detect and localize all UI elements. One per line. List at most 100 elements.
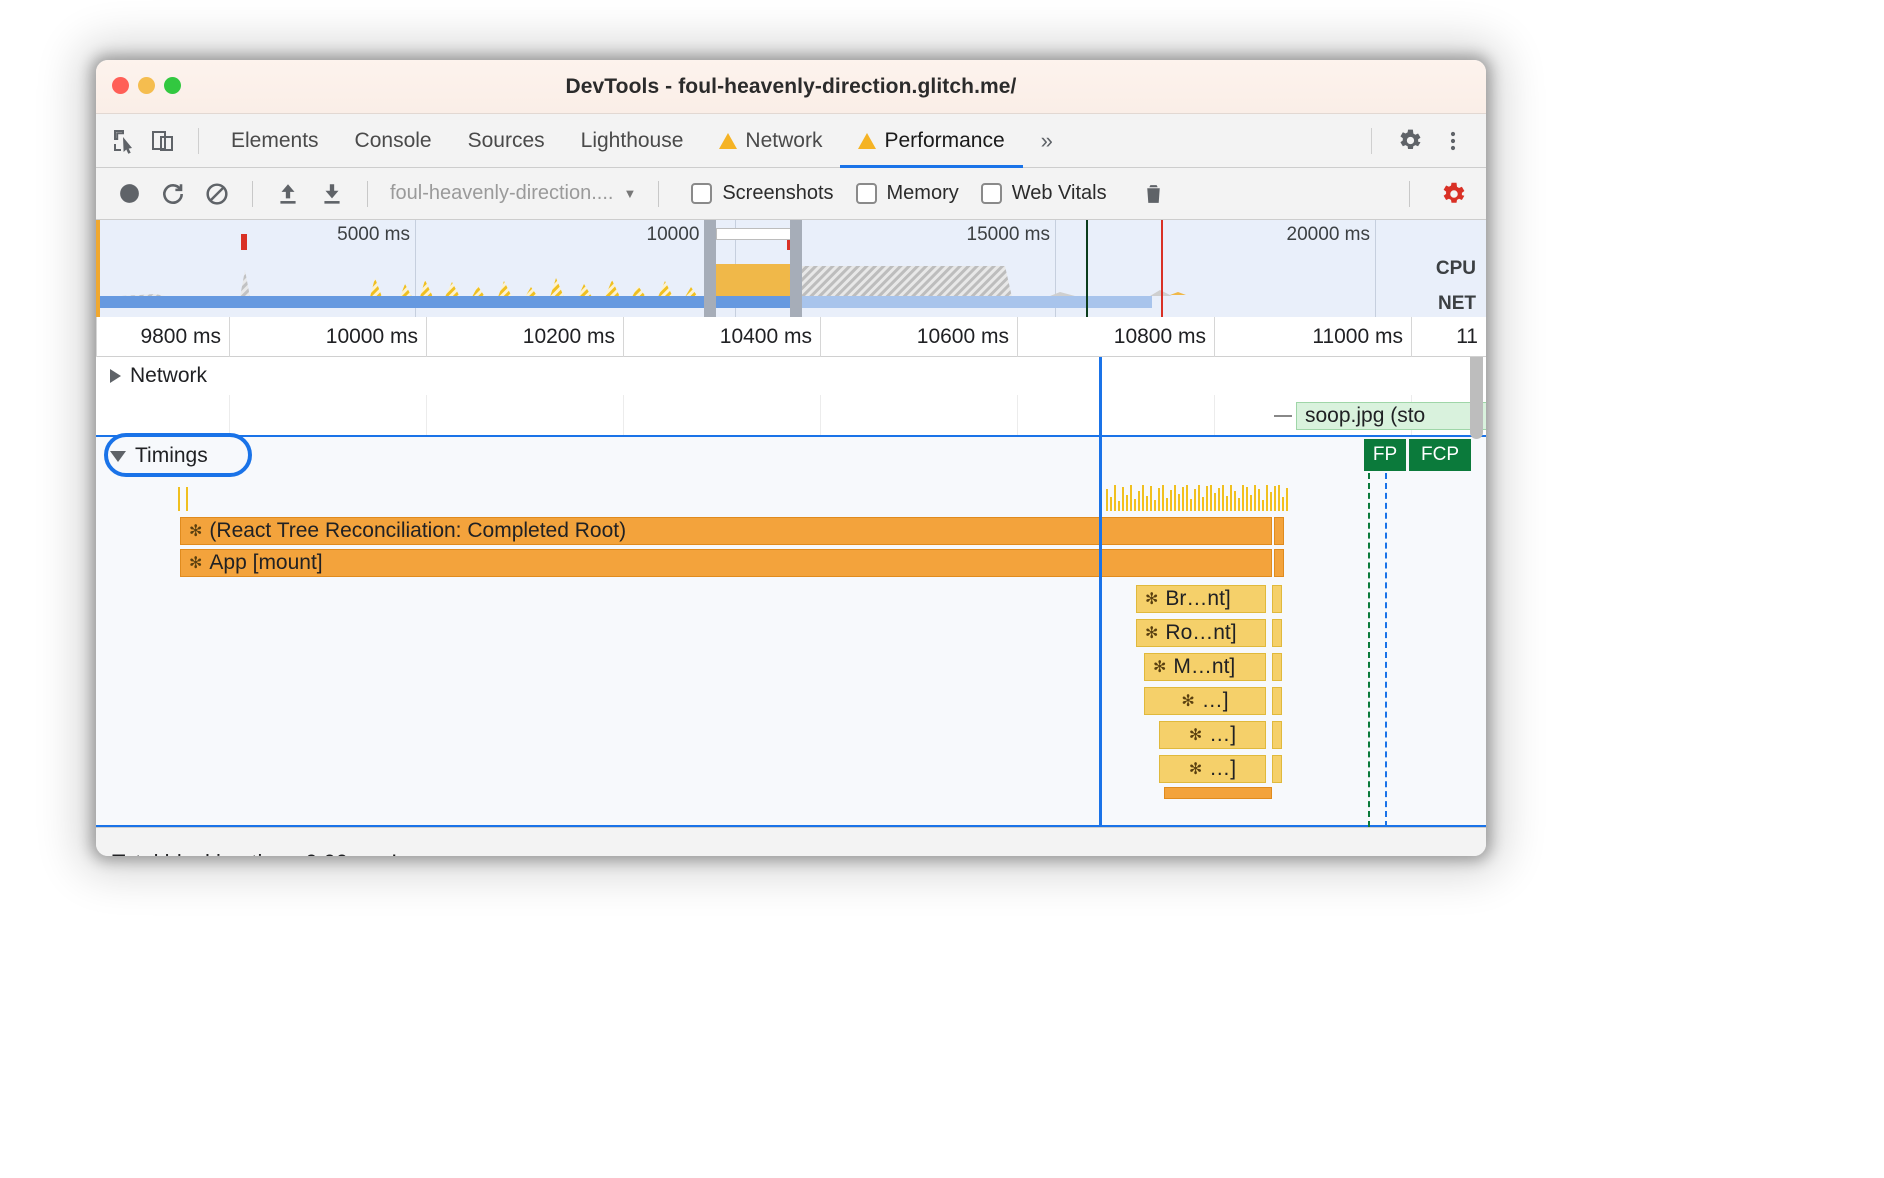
timeline-playhead[interactable] [1099,357,1102,827]
window-titlebar: DevTools - foul-heavenly-direction.glitc… [96,60,1486,114]
flame-chart[interactable]: Network soop.jpg (sto Timings FP FCP ✻ (… [96,357,1486,827]
profile-select[interactable]: foul-heavenly-direction.... ▼ [384,182,642,205]
toolbar-divider-4 [1409,180,1410,207]
ruler-tick-10000: 10000 ms [229,317,426,357]
frame-drop-marker [241,234,247,250]
flame-bar-label: …] [1209,723,1237,746]
tab-elements[interactable]: Elements [213,114,337,168]
fp-marker-label: FP [1372,444,1398,465]
flame-bar-nested-3[interactable]: ✻ …] [1159,755,1266,783]
fcp-dashed-line [1385,473,1387,827]
flame-bar-sliver[interactable] [1274,517,1284,545]
flame-bar-ro-mount[interactable]: ✻ Ro…nt] [1136,619,1266,647]
checkbox-memory[interactable]: Memory [855,182,959,205]
fp-marker-badge[interactable]: FP [1364,439,1406,471]
toolbar-divider-2 [367,180,368,207]
tab-performance[interactable]: Performance [840,114,1023,168]
timing-icon: ✻ [1188,727,1203,744]
chevron-right-icon [110,369,121,383]
chevron-down-icon [110,450,126,462]
flame-bar-sliver[interactable] [1272,721,1282,749]
timing-icon: ✻ [1145,625,1159,642]
track-header-network-label: Network [130,364,208,387]
delete-button[interactable] [1135,175,1173,213]
flame-bar-nested-1[interactable]: ✻ …] [1144,687,1266,715]
gear-icon[interactable] [1392,124,1426,158]
flame-bar-sliver[interactable] [1274,549,1284,577]
profile-select-value: foul-heavenly-direction.... [390,182,614,204]
tabbar-right-actions [1357,124,1486,158]
tab-sources-label: Sources [467,128,545,152]
track-header-network[interactable]: Network [96,357,1486,395]
network-overview-bar-secondary [800,296,1152,308]
tabbar-right-divider [1371,127,1372,154]
ruler-tick-label: 11 [1456,325,1478,348]
save-profile-button[interactable] [313,175,351,213]
overview-selection-top[interactable] [716,228,796,240]
timeline-overview[interactable]: 5000 ms 10000 ms 15000 ms 20000 ms CPU N… [96,220,1486,317]
record-button[interactable] [110,175,148,213]
checkbox-memory-box[interactable] [855,183,877,204]
ruler-tick-10600: 10600 ms [820,317,1017,357]
timing-spikes-cluster [1106,485,1288,511]
devtools-tabbar: Elements Console Sources Lighthouse Netw… [96,114,1486,168]
flame-bar-m-mount[interactable]: ✻ M…nt] [1144,653,1266,681]
ruler-tick-label: 10800 ms [1113,325,1206,348]
tab-network-label: Network [745,128,823,152]
ruler-tick-11200: 11 [1411,317,1486,357]
flame-bar-label: M…nt] [1173,655,1236,678]
tab-lighthouse[interactable]: Lighthouse [563,114,702,168]
fcp-marker-badge[interactable]: FCP [1409,439,1471,471]
flame-bar-sliver[interactable] [1272,755,1282,783]
load-profile-button[interactable] [269,175,307,213]
flame-bar-sliver[interactable] [1272,619,1282,647]
tab-network[interactable]: Network [701,114,840,168]
inspect-element-icon[interactable] [108,124,142,158]
reload-and-record-button[interactable] [154,175,192,213]
status-footer: Total blocking time: 0.00ms Learn more [96,827,1486,856]
overview-tick-label: 5000 ms [337,224,410,245]
flame-bar-sliver[interactable] [1272,585,1282,613]
more-tabs-button[interactable]: » [1023,114,1071,168]
track-header-timings-label: Timings [135,444,208,467]
ruler-tick-label: 10600 ms [916,325,1009,348]
checkbox-screenshots-box[interactable] [691,183,713,204]
flame-bar-br-mount[interactable]: ✻ Br…nt] [1136,585,1266,613]
tab-console[interactable]: Console [337,114,450,168]
device-toolbar-icon[interactable] [146,124,180,158]
flame-bar-sliver[interactable] [1272,687,1282,715]
chevron-down-icon: ▼ [623,186,637,201]
track-header-timings[interactable]: Timings [96,437,208,475]
ruler-tick-10800: 10800 ms [1017,317,1214,357]
checkbox-web-vitals[interactable]: Web Vitals [980,182,1107,205]
flame-bar-nested-4[interactable] [1164,787,1272,799]
tab-sources[interactable]: Sources [450,114,563,168]
overview-selection-right-handle[interactable] [790,220,802,317]
clear-recording-button[interactable] [198,175,236,213]
fp-dashed-line [1368,473,1370,827]
checkbox-web-vitals-box[interactable] [980,183,1002,204]
learn-more-link[interactable]: Learn more [391,850,504,857]
checkbox-screenshots[interactable]: Screenshots [691,182,834,205]
network-request-item[interactable]: soop.jpg (sto [1296,402,1486,430]
ruler-tick-label: 10000 ms [325,325,418,348]
flame-bar-nested-2[interactable]: ✻ …] [1159,721,1266,749]
ruler-tick-label: 10400 ms [719,325,812,348]
flame-bar-app-mount[interactable]: ✻ App [mount] [180,549,1272,577]
flame-bar-sliver[interactable] [1272,653,1282,681]
checkbox-web-vitals-label: Web Vitals [1011,182,1107,204]
network-overview-bar [100,296,800,308]
tabbar-divider [198,127,199,154]
capture-settings-button[interactable] [1434,175,1472,213]
timing-icon: ✻ [1153,659,1167,676]
timing-icon: ✻ [189,523,203,540]
flame-vertical-scrollbar[interactable] [1470,357,1483,439]
overview-selection-left-handle[interactable] [704,220,716,317]
flame-bar-label: Ro…nt] [1165,621,1237,644]
flame-bar-react-tree-reconciliation[interactable]: ✻ (React Tree Reconciliation: Completed … [180,517,1272,545]
ruler-tick-label: 9800 ms [140,325,221,348]
ruler-tick-label: 11000 ms [1312,325,1403,348]
kebab-menu-icon[interactable] [1436,124,1470,158]
network-request-label: soop.jpg (sto [1305,404,1426,427]
ruler-tick-11000: 11000 ms [1214,317,1411,357]
